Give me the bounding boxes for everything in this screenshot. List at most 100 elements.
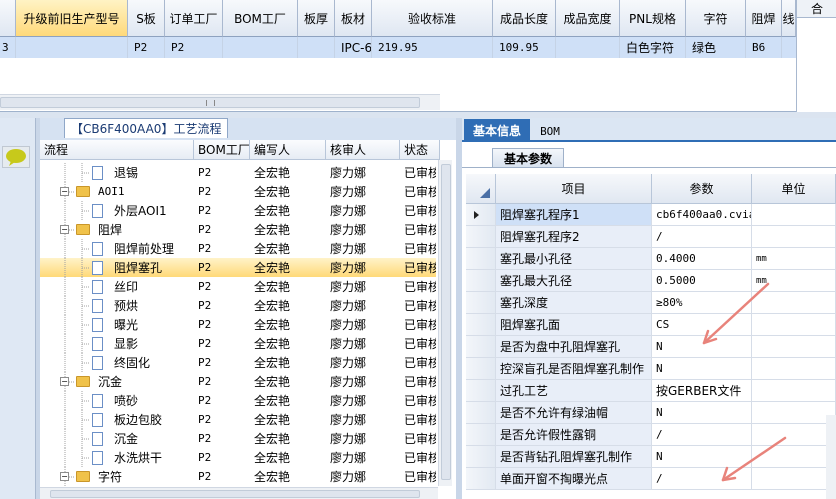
grid-cell[interactable]: 白色字符 <box>620 37 686 58</box>
row-indicator[interactable] <box>466 336 496 357</box>
tab-bom[interactable]: BOM <box>534 121 566 141</box>
grid-cell[interactable] <box>556 37 620 58</box>
param-row[interactable]: 是否允许假性露铜 / <box>466 424 836 446</box>
param-row[interactable]: 单面开窗不掏曝光点 / <box>466 468 836 490</box>
expander-icon[interactable]: − <box>60 225 69 234</box>
row-indicator[interactable] <box>466 270 496 291</box>
param-value[interactable]: N <box>652 402 752 423</box>
tree-row[interactable]: 预烘 P2 全宏艳 廖力娜 已审核 <box>40 296 436 315</box>
param-row[interactable]: 塞孔最大孔径 0.5000 mm <box>466 270 836 292</box>
column-header[interactable]: S板 <box>128 0 165 37</box>
tree-column-header[interactable]: BOM工厂 <box>194 140 250 160</box>
param-value[interactable]: N <box>652 358 752 379</box>
column-header[interactable]: 成品宽度 <box>556 0 620 37</box>
row-indicator[interactable] <box>466 380 496 401</box>
grid-cell[interactable]: B6 <box>746 37 782 58</box>
grid-cell[interactable]: 219.95 <box>372 37 493 58</box>
tree-row[interactable]: 板边包胶 P2 全宏艳 廖力娜 已审核 <box>40 410 436 429</box>
process-vscrollbar[interactable] <box>438 160 452 486</box>
row-indicator[interactable] <box>466 402 496 423</box>
tree-row[interactable]: 丝印 P2 全宏艳 廖力娜 已审核 <box>40 277 436 296</box>
tree-row[interactable]: − 字符 P2 全宏艳 廖力娜 已审核 <box>40 467 436 486</box>
grid-cell[interactable] <box>223 37 298 58</box>
expander-icon[interactable]: − <box>60 187 69 196</box>
tree-row[interactable]: 终固化 P2 全宏艳 廖力娜 已审核 <box>40 353 436 372</box>
row-indicator[interactable] <box>466 468 496 489</box>
tree-row[interactable]: − 阻焊 P2 全宏艳 廖力娜 已审核 <box>40 220 436 239</box>
param-value[interactable]: cb6f400aa0.cvia <box>652 204 752 225</box>
scrollbar-thumb[interactable] <box>50 490 420 498</box>
tree-row[interactable]: 沉金 P2 全宏艳 廖力娜 已审核 <box>40 429 436 448</box>
param-row[interactable]: 塞孔深度 ≥80% <box>466 292 836 314</box>
param-value[interactable]: 按GERBER文件 <box>652 380 752 401</box>
column-header[interactable]: 线 <box>782 0 796 37</box>
param-value[interactable]: N <box>652 336 752 357</box>
grid-cell[interactable]: 绿色 <box>686 37 746 58</box>
row-indicator[interactable] <box>466 204 496 225</box>
grid-cell[interactable]: IPC-6012 Ⅱ级 <box>335 37 372 58</box>
process-hscrollbar[interactable] <box>40 487 438 499</box>
param-column-header[interactable]: 单位 <box>752 174 836 204</box>
tree-row[interactable]: 退锡 P2 全宏艳 廖力娜 已审核 <box>40 163 436 182</box>
param-row[interactable]: 是否为盘中孔阻焊塞孔 N <box>466 336 836 358</box>
grid-cell[interactable]: 3 <box>0 37 16 58</box>
row-indicator[interactable] <box>466 424 496 445</box>
grid-cell[interactable]: P2 <box>128 37 165 58</box>
row-indicator[interactable] <box>466 226 496 247</box>
tree-column-header[interactable]: 编写人 <box>250 140 326 160</box>
tree-row[interactable]: 阻焊塞孔 P2 全宏艳 廖力娜 已审核 <box>40 258 436 277</box>
column-header[interactable]: 验收标准 <box>372 0 493 37</box>
column-header[interactable]: 阻焊 <box>746 0 782 37</box>
param-value[interactable]: 0.4000 <box>652 248 752 269</box>
column-header[interactable]: 升级前旧生产型号 <box>16 0 128 37</box>
param-value[interactable]: / <box>652 468 752 489</box>
param-column-header[interactable]: 项目 <box>496 174 652 204</box>
column-header[interactable]: BOM工厂 <box>223 0 298 37</box>
param-row[interactable]: 阻焊塞孔程序1 cb6f400aa0.cvia <box>466 204 836 226</box>
row-indicator[interactable] <box>466 314 496 335</box>
tree-row[interactable]: − 沉金 P2 全宏艳 廖力娜 已审核 <box>40 372 436 391</box>
param-row[interactable]: 阻焊塞孔程序2/ <box>466 226 836 248</box>
param-row[interactable]: 控深盲孔是否阻焊塞孔制作 N <box>466 358 836 380</box>
param-value[interactable]: / <box>652 226 752 247</box>
tree-row[interactable]: 外层AOI1 P2 全宏艳 廖力娜 已审核 <box>40 201 436 220</box>
expander-icon[interactable]: − <box>60 377 69 386</box>
param-row[interactable]: 是否不允许有绿油帽 N <box>466 402 836 424</box>
grid-cell[interactable] <box>298 37 335 58</box>
grid-cell[interactable] <box>16 37 128 58</box>
column-header[interactable]: 字符 <box>686 0 746 37</box>
param-value[interactable]: ≥80% <box>652 292 752 313</box>
tab-basic-info[interactable]: 基本信息 <box>464 119 530 142</box>
row-indicator[interactable] <box>466 248 496 269</box>
tree-row[interactable]: − AOI1 P2 全宏艳 廖力娜 已审核 <box>40 182 436 201</box>
param-vscrollbar[interactable] <box>826 415 836 499</box>
column-header[interactable]: 板厚 <box>298 0 335 37</box>
tree-row[interactable]: 水洗烘干 P2 全宏艳 廖力娜 已审核 <box>40 448 436 467</box>
tree-column-header[interactable]: 核审人 <box>326 140 400 160</box>
column-header[interactable]: 订单工厂 <box>165 0 223 37</box>
top-grid-hscrollbar[interactable] <box>0 94 440 110</box>
scrollbar-thumb[interactable] <box>441 164 451 480</box>
column-header[interactable]: 板材 <box>335 0 372 37</box>
row-indicator[interactable] <box>466 292 496 313</box>
tree-column-header[interactable]: 流程 <box>40 140 194 160</box>
param-row[interactable]: 是否背钻孔阻焊塞孔制作 N <box>466 446 836 468</box>
row-indicator[interactable] <box>466 358 496 379</box>
grid-cell[interactable]: P2 <box>165 37 223 58</box>
param-column-header[interactable]: 参数 <box>652 174 752 204</box>
subtab-basic-params[interactable]: 基本参数 <box>492 148 564 168</box>
tree-column-header[interactable]: 状态 <box>400 140 440 160</box>
tree-row[interactable]: 曝光 P2 全宏艳 廖力娜 已审核 <box>40 315 436 334</box>
column-header[interactable]: PNL规格 <box>620 0 686 37</box>
tree-row[interactable]: 阻焊前处理 P2 全宏艳 廖力娜 已审核 <box>40 239 436 258</box>
param-value[interactable]: 0.5000 <box>652 270 752 291</box>
param-row[interactable]: 过孔工艺 按GERBER文件 <box>466 380 836 402</box>
grid-cell[interactable]: 109.95 <box>493 37 556 58</box>
scrollbar-thumb[interactable] <box>0 97 420 108</box>
tree-row[interactable]: 喷砂 P2 全宏艳 廖力娜 已审核 <box>40 391 436 410</box>
expander-icon[interactable]: − <box>60 472 69 481</box>
param-row[interactable]: 阻焊塞孔面 CS <box>466 314 836 336</box>
row-indicator[interactable] <box>466 446 496 467</box>
param-value[interactable]: CS <box>652 314 752 335</box>
tree-row[interactable]: 显影 P2 全宏艳 廖力娜 已审核 <box>40 334 436 353</box>
